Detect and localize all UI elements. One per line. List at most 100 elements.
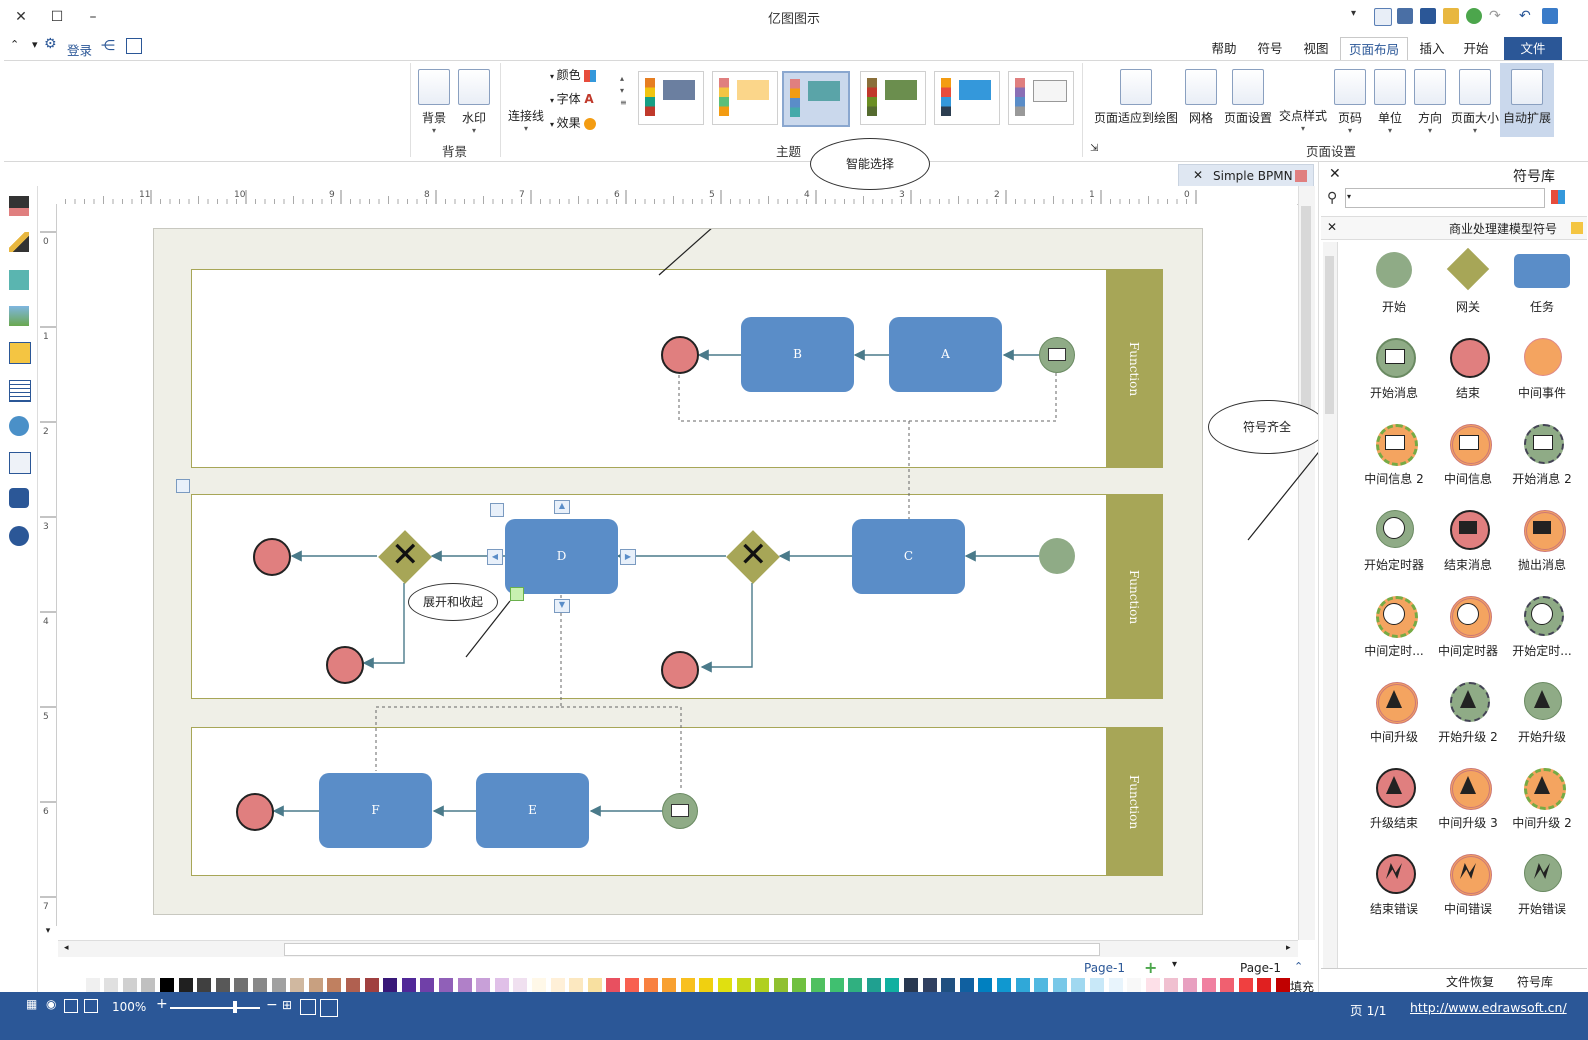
collapse-toggle-icon[interactable] — [510, 587, 524, 601]
page-number-button[interactable]: 页码 ▾ — [1330, 69, 1370, 135]
color-swatch[interactable] — [1257, 978, 1272, 992]
end-event[interactable] — [326, 646, 364, 684]
background-button[interactable]: 背景 ▾ — [416, 69, 452, 135]
theme-option-1[interactable] — [1008, 71, 1074, 125]
color-swatch[interactable] — [383, 978, 398, 992]
watermark-button[interactable]: 水印 ▾ — [456, 69, 492, 135]
color-swatch[interactable] — [215, 978, 230, 992]
theme-color-button[interactable]: ▾ 颜色 — [550, 65, 597, 85]
task-e[interactable]: E — [476, 773, 589, 848]
color-swatch[interactable] — [811, 978, 825, 992]
color-swatch[interactable] — [476, 978, 491, 992]
image-icon[interactable] — [9, 306, 29, 326]
symbol-start-escalation-2[interactable]: 开始升级 2 — [1431, 678, 1505, 745]
minimize-window-icon[interactable]: – — [80, 6, 106, 28]
page-tab[interactable]: Page-1 — [1084, 961, 1125, 975]
vertical-scrollbar[interactable] — [1298, 186, 1315, 940]
symbol-intermediate-error[interactable]: 中间错误 — [1431, 850, 1505, 917]
orientation-button[interactable]: 方向 ▾ — [1410, 69, 1450, 135]
tab-help[interactable]: 帮助 — [1202, 37, 1246, 60]
color-swatch[interactable] — [978, 978, 993, 992]
color-swatch[interactable] — [290, 978, 305, 992]
theme-scroll-icon[interactable]: ▴ ▾ ≡ — [620, 73, 627, 109]
color-swatch[interactable] — [997, 978, 1011, 992]
symbol-start-circle[interactable]: 开始 — [1357, 248, 1431, 315]
theme-option-4-selected[interactable] — [782, 71, 850, 127]
globe-icon[interactable] — [9, 416, 29, 436]
end-event[interactable] — [236, 793, 274, 831]
task-f[interactable]: F — [319, 773, 432, 848]
search-icon[interactable]: ⚲ — [1327, 190, 1337, 206]
customize-qa-icon[interactable]: ▾ — [1351, 8, 1367, 24]
intermediate-message-event[interactable] — [662, 793, 698, 829]
close-category-icon[interactable]: ✕ — [1327, 220, 1337, 234]
scroll-right-icon[interactable]: ▸ — [1286, 943, 1291, 953]
symbol-task-rect[interactable]: 任务 — [1505, 248, 1579, 315]
end-event[interactable] — [661, 336, 699, 374]
page-dropdown-icon[interactable]: ▾ — [1172, 959, 1177, 970]
expand-left-handle-icon[interactable]: ◀ — [487, 549, 503, 565]
color-swatch[interactable] — [550, 978, 565, 992]
scroll-down-icon[interactable]: ▾ — [40, 926, 56, 940]
end-event[interactable] — [253, 538, 291, 576]
search-input[interactable] — [1345, 188, 1545, 208]
close-window-icon[interactable]: ✕ — [8, 6, 34, 28]
symbol-intermediate-message-2[interactable]: 中间信息 2 — [1357, 420, 1431, 487]
symbol-start-message[interactable]: 开始消息 — [1357, 334, 1431, 401]
save-icon[interactable] — [1420, 8, 1436, 24]
zoom-out-icon[interactable]: − — [266, 997, 278, 1013]
fit-page-to-drawing-button[interactable]: 页面适应到绘图 — [1090, 69, 1182, 126]
symbol-intermediate-message[interactable]: 中间信息 — [1431, 420, 1505, 487]
page-icon[interactable] — [9, 380, 31, 402]
color-swatch[interactable] — [513, 978, 528, 992]
color-swatch[interactable] — [457, 978, 472, 992]
close-panel-icon[interactable]: ✕ — [1329, 166, 1341, 182]
color-swatch[interactable] — [1127, 978, 1142, 992]
category-header[interactable]: ✕ 商业处理建模型符号 — [1321, 216, 1587, 240]
undo-icon[interactable]: ↶ — [1519, 8, 1535, 24]
task-a[interactable]: A — [889, 317, 1002, 392]
page-setup-button[interactable]: 页面设置 — [1220, 69, 1276, 126]
expand-right-handle-icon[interactable]: ▶ — [620, 549, 636, 565]
tab-insert[interactable]: 插入 — [1410, 37, 1454, 60]
color-swatch[interactable] — [736, 978, 751, 992]
color-swatch[interactable] — [643, 978, 658, 992]
export-icon[interactable] — [1374, 8, 1392, 26]
theme-option-6[interactable] — [638, 71, 704, 125]
page-setup-launcher-icon[interactable]: ⇲ — [1090, 143, 1098, 154]
color-swatch[interactable] — [941, 978, 956, 992]
color-swatch[interactable] — [141, 978, 156, 992]
dropdown-icon[interactable]: ▾ — [32, 38, 38, 51]
symbol-start-message-2[interactable]: 开始消息 2 — [1505, 420, 1579, 487]
color-swatch[interactable] — [1071, 978, 1086, 992]
symbol-end-message[interactable]: 结束消息 — [1431, 506, 1505, 573]
page-view-icon[interactable] — [84, 999, 98, 1013]
shadow-icon[interactable] — [9, 270, 29, 290]
color-swatch[interactable] — [104, 978, 119, 992]
color-swatch[interactable] — [308, 978, 323, 992]
color-swatch[interactable] — [1238, 978, 1253, 992]
end-event[interactable] — [661, 651, 699, 689]
color-swatch[interactable] — [1201, 978, 1216, 992]
color-swatch[interactable] — [1090, 978, 1104, 992]
expand-down-handle-icon[interactable]: ▼ — [554, 599, 570, 613]
symbol-start-error[interactable]: 开始错误 — [1505, 850, 1579, 917]
theme-font-button[interactable]: ▾ 字体 A — [550, 89, 594, 109]
zoom-in-icon[interactable]: + — [156, 996, 168, 1012]
full-screen-icon[interactable]: ⊞ — [282, 998, 292, 1012]
grid-button[interactable]: 网格 — [1182, 69, 1220, 126]
lane-menu-icon[interactable] — [176, 479, 190, 493]
color-swatch[interactable] — [85, 978, 100, 992]
grid-view-icon[interactable]: ▦ — [26, 997, 37, 1011]
redo-icon[interactable]: ↷ — [1489, 8, 1505, 24]
color-swatch[interactable] — [792, 978, 807, 992]
presentation-icon[interactable] — [64, 999, 78, 1013]
symbol-throw-message[interactable]: 抛出消息 — [1505, 506, 1579, 573]
settings-gear-icon[interactable]: ⚙ — [44, 36, 57, 52]
color-swatch[interactable] — [866, 978, 881, 992]
tab-symbol[interactable]: 符号 — [1248, 37, 1292, 60]
tab-page-layout[interactable]: 页面布局 — [1340, 37, 1408, 61]
library-manager-icon[interactable] — [1551, 190, 1565, 204]
share-icon[interactable]: ⋲ — [101, 38, 115, 54]
symbol-intermediate-escalation[interactable]: 中间升级 — [1357, 678, 1431, 745]
